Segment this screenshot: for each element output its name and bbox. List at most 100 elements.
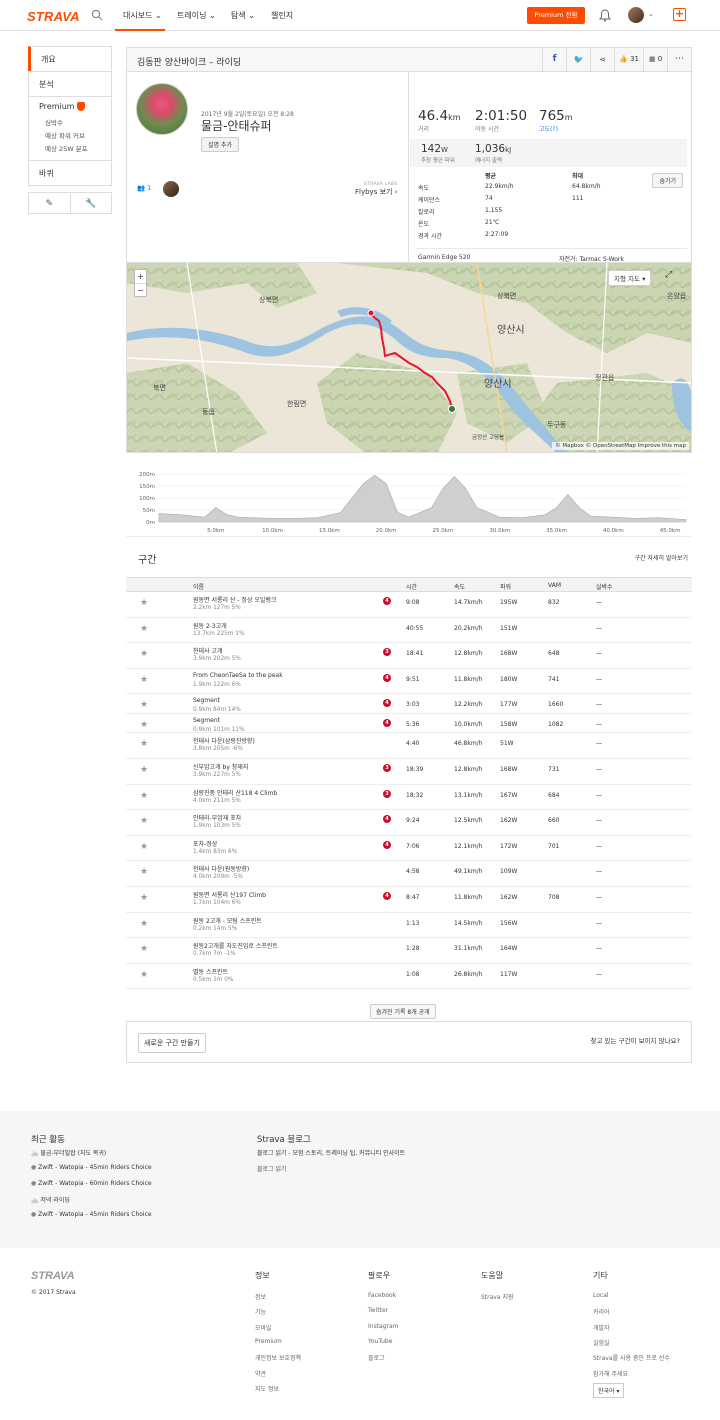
segment-row[interactable]: ★ From CheonTaeSa to the peak 1.9km 122m 6… — [126, 669, 692, 695]
footer-link[interactable]: 지도 정보 — [255, 1384, 279, 1393]
sidebar-item-overview[interactable]: 개요 — [28, 46, 112, 72]
segment-row[interactable]: ★ 원동 2-3고개 13.7km 225m 1% 40:55 20.2km/h 151W… — [126, 618, 692, 644]
footer-link[interactable]: 개인정보 보호정책 — [255, 1353, 301, 1362]
segment-name[interactable]: 신부암고개 by 창재지 — [193, 762, 248, 771]
missing-segments-link[interactable]: 찾고 있는 구간이 보이지 않나요? — [591, 1035, 680, 1045]
star-icon[interactable]: ★ — [140, 816, 148, 826]
sidebar-item-analysis[interactable]: 분석 — [28, 71, 112, 97]
footer-link[interactable]: Twitter — [368, 1307, 388, 1314]
star-icon[interactable]: ★ — [140, 970, 148, 980]
blog-link[interactable]: 블로그 읽기 — [257, 1164, 287, 1173]
more-options-icon[interactable]: ⋯ — [667, 48, 691, 71]
segment-row[interactable]: ★ 별동 스프린트 0.5km 1m 0% 1:08 26.8km/h 117W — — [126, 964, 692, 990]
zoom-out-icon[interactable]: − — [135, 283, 146, 297]
star-icon[interactable]: ★ — [140, 624, 148, 634]
footer-link[interactable]: Strava 지원 — [481, 1292, 513, 1301]
segment-row[interactable]: ★ 천태사 고개 3.9km 202m 5% 3 18:41 12.8km/h 168W 64… — [126, 643, 692, 669]
header-heartrate[interactable]: 실박수 — [596, 582, 613, 591]
footer-link[interactable]: Strava를 사용 중인 프로 선수 — [593, 1353, 670, 1362]
header-time[interactable]: 시간 — [406, 582, 417, 591]
edit-pencil-icon[interactable]: ✎ — [28, 192, 71, 214]
segment-row[interactable]: ★ 포차-정상 1.4km 83m 6% 4 7:06 12.1km/h 172W 701 — — [126, 836, 692, 862]
segment-name[interactable]: 원동 2고개 - 모팀 스프린트 — [193, 916, 262, 925]
segments-explain-link[interactable]: 구간 자세히 알아보기 — [635, 553, 689, 562]
map-layer-select[interactable]: 지형 지도 ▾ — [608, 270, 652, 286]
segment-name[interactable]: 원동 2-3고개 — [193, 621, 227, 630]
footer-link[interactable]: 커리어 — [593, 1307, 610, 1316]
segment-name[interactable]: 원동2고개를 자도진입로 스프린트 — [193, 941, 278, 950]
star-icon[interactable]: ★ — [140, 675, 148, 685]
footer-link[interactable]: 약관 — [255, 1369, 266, 1378]
footer-link[interactable]: 정보 — [255, 1292, 266, 1301]
wrench-icon[interactable]: 🔧 — [70, 192, 112, 214]
nav-dashboard[interactable]: 대시보드 ⌄ — [115, 10, 165, 31]
segment-row[interactable]: ★ Segment 0.9km 84m 14% 4 3:03 12.2km/h 177W 16… — [126, 694, 692, 714]
recent-item[interactable]: ● Zwift - Watopia - 45min Riders Choice — [31, 1164, 152, 1171]
sidebar-item-premium[interactable]: Premium — [29, 100, 111, 114]
nav-explore[interactable]: 탐색 ⌄ — [231, 10, 255, 21]
segment-name[interactable]: 원동면 서룡리 산197 Climb — [193, 890, 266, 899]
share-icon[interactable]: ⋖ — [590, 48, 614, 71]
recent-item[interactable]: ● Zwift - Watopia - 45min Riders Choice — [31, 1211, 152, 1218]
segment-name[interactable]: 별동 스프린트 — [193, 967, 228, 976]
star-icon[interactable]: ★ — [140, 791, 148, 801]
star-icon[interactable]: ★ — [140, 700, 148, 710]
star-icon[interactable]: ★ — [140, 893, 148, 903]
elevation-chart[interactable]: 200m 150m 100m 50m 0m 5.0km 10.0km 15.0km 20.0km… — [126, 457, 692, 537]
kudos-button[interactable]: 👍 31 — [614, 48, 643, 71]
star-icon[interactable]: ★ — [140, 739, 148, 749]
recent-item[interactable]: 🚲 물금-부더밀랍 (자도 목귀) — [31, 1148, 106, 1157]
group-activity[interactable]: 👥 1 — [137, 184, 151, 192]
zoom-in-icon[interactable]: + — [135, 270, 146, 283]
footer-link[interactable]: 블로그 — [368, 1353, 385, 1362]
elevation-profile[interactable]: 200m 150m 100m 50m 0m 5.0km 10.0km 15.0km 20.0km… — [126, 457, 692, 537]
facebook-icon[interactable]: f — [542, 48, 566, 71]
segment-name[interactable]: 천태사 다운(삼랑진방향) — [193, 736, 255, 745]
star-icon[interactable]: ★ — [140, 720, 148, 730]
segment-name[interactable]: 천태사 다운(원동방향) — [193, 864, 249, 873]
map-attribution[interactable]: © Mapbox © OpenStreetMap Improve this ma… — [552, 442, 689, 450]
premium-upgrade-button[interactable]: Premium 전환 — [527, 7, 585, 24]
footer-logo[interactable]: STRAVA — [31, 1270, 75, 1282]
fullscreen-icon[interactable]: ⤢ — [665, 270, 672, 280]
nav-training[interactable]: 트레이닝 ⌄ — [177, 10, 216, 21]
group-member-avatar[interactable] — [163, 181, 179, 197]
elevation-label[interactable]: 고도(?) — [539, 124, 558, 133]
bell-icon[interactable] — [599, 9, 611, 22]
segment-name[interactable]: 천태사 고개 — [193, 646, 223, 655]
segment-row[interactable]: ★ 원동 2고개 - 모팀 스프린트 0.2km 14m 5% 1:13 14.5km/… — [126, 913, 692, 939]
star-icon[interactable]: ★ — [140, 944, 148, 954]
sidebar-sub-power-dist[interactable]: 예상 25W 분포 — [29, 143, 111, 156]
footer-link[interactable]: Instagram — [368, 1323, 399, 1330]
star-icon[interactable]: ★ — [140, 842, 148, 852]
star-icon[interactable]: ★ — [140, 649, 148, 659]
star-icon[interactable]: ★ — [140, 867, 148, 877]
segment-name[interactable]: 포차-정상 — [193, 839, 217, 848]
footer-link[interactable]: 개발자 — [593, 1323, 610, 1332]
segment-row[interactable]: ★ Segment 0.9km 101m 11% 4 5:36 10.0km/h 158W 1… — [126, 714, 692, 734]
segment-row[interactable]: ★ 원동면 서룡리 산197 Climb 1.7km 104m 6% 4 8:47 11.… — [126, 887, 692, 913]
header-name[interactable]: 이름 — [193, 582, 204, 591]
chevron-down-icon[interactable]: ⌄ — [648, 10, 654, 18]
recent-item[interactable]: 🚲 저녁 라이딩 — [31, 1195, 70, 1204]
segment-row[interactable]: ★ 안태리-부암재 포차 1.9km 103m 5% 4 9:24 12.5km/h 162… — [126, 810, 692, 836]
segment-row[interactable]: ★ 삼랑진중 안태리 산118 4 Climb 4.0km 211m 5% 3 18:3… — [126, 785, 692, 811]
show-hidden-efforts-button[interactable]: 숨겨진 기록 8개 공개 — [370, 1004, 436, 1019]
sidebar-item-wheel[interactable]: 바퀴 — [28, 160, 112, 186]
language-select[interactable]: 한국어 ▾ — [593, 1383, 625, 1398]
athlete-avatar[interactable] — [136, 83, 188, 135]
route-map[interactable]: + − 지형 지도 ▾ ⤢ 상북면 북면 동읍 한림면 양산시 양산시 정관읍 … — [126, 262, 692, 453]
search-icon[interactable] — [91, 9, 103, 21]
segment-row[interactable]: ★ 신부암고개 by 창재지 3.9km 227m 5% 3 18:39 12.8km/h… — [126, 759, 692, 785]
header-vam[interactable]: VAM — [548, 582, 561, 589]
sidebar-sub-heartrate[interactable]: 심박수 — [29, 117, 111, 130]
create-segment-button[interactable]: 새로운 구간 만들기 — [138, 1033, 206, 1053]
add-description-button[interactable]: 설명 추가 — [201, 137, 239, 152]
segment-row[interactable]: ★ 원동면 서룡리 산 - 정상 오일뱅크 2.2km 127m 5% 4 9:08 14… — [126, 592, 692, 618]
sidebar-sub-power-curve[interactable]: 예상 파워 커브 — [29, 130, 111, 143]
segment-name[interactable]: 삼랑진중 안태리 산118 4 Climb — [193, 788, 277, 797]
star-icon[interactable]: ★ — [140, 919, 148, 929]
header-speed[interactable]: 속도 — [454, 582, 465, 591]
segment-row[interactable]: ★ 천태사 다운(원동방향) 4.0km 209m -5% 4:58 49.1km/h 1… — [126, 861, 692, 887]
footer-link[interactable]: 기능 — [255, 1307, 266, 1316]
